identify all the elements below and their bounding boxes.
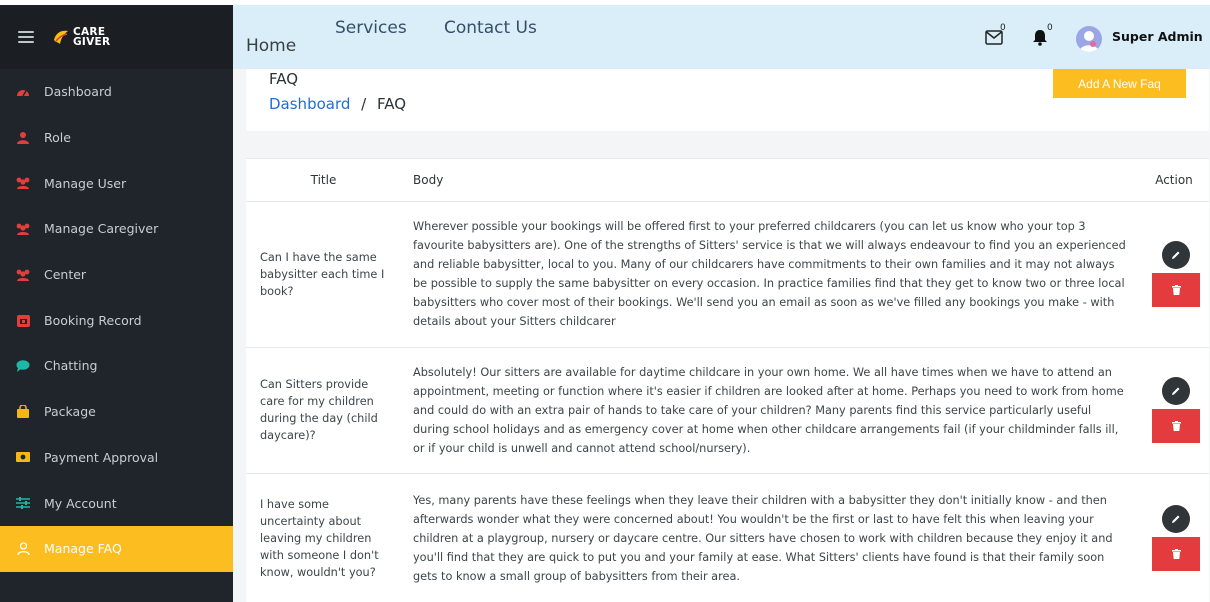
edit-button[interactable] bbox=[1162, 505, 1190, 533]
bell-icon bbox=[1033, 30, 1047, 46]
messages-count-badge: 0 bbox=[1000, 23, 1006, 33]
sidebar-item-label: Manage FAQ bbox=[44, 541, 122, 557]
users-icon bbox=[14, 176, 32, 190]
sidebar-item-manage-user[interactable]: Manage User bbox=[0, 160, 233, 206]
avatar[interactable] bbox=[1076, 26, 1102, 52]
sliders-icon bbox=[14, 496, 32, 510]
nav-link-contact[interactable]: Contact Us bbox=[444, 18, 537, 38]
pencil-icon bbox=[1172, 251, 1180, 259]
breadcrumb-separator: / bbox=[361, 95, 367, 113]
shopping-bag-icon bbox=[14, 405, 32, 419]
sidebar-item-center[interactable]: Center bbox=[0, 252, 233, 298]
users-icon bbox=[14, 268, 32, 282]
column-header-body: Body bbox=[401, 159, 1139, 202]
page-title: FAQ bbox=[269, 70, 299, 88]
sidebar-item-manage-caregiver[interactable]: Manage Caregiver bbox=[0, 206, 233, 252]
sidebar-item-label: Role bbox=[44, 130, 71, 146]
delete-button[interactable] bbox=[1152, 273, 1200, 307]
table-row: Can Sitters provide care for my children… bbox=[246, 347, 1209, 474]
edit-button[interactable] bbox=[1162, 377, 1190, 405]
logo[interactable]: CARE GIVER bbox=[52, 27, 110, 47]
sidebar-item-booking-record[interactable]: Booking Record bbox=[0, 297, 233, 343]
faq-action-cell bbox=[1139, 473, 1209, 602]
faq-body-cell: Wherever possible your bookings will be … bbox=[401, 201, 1139, 348]
column-header-action: Action bbox=[1139, 159, 1209, 202]
sidebar-item-my-account[interactable]: My Account bbox=[0, 480, 233, 526]
hamburger-menu-icon[interactable] bbox=[18, 31, 34, 43]
breadcrumb-current: FAQ bbox=[377, 95, 407, 113]
trash-icon bbox=[1171, 421, 1181, 431]
add-faq-button[interactable]: Add A New Faq bbox=[1053, 69, 1186, 98]
sidebar-item-label: Booking Record bbox=[44, 312, 142, 328]
sidebar-item-role[interactable]: Role bbox=[0, 115, 233, 161]
notifications-count-badge: 0 bbox=[1047, 23, 1053, 33]
user-name[interactable]: Super Admin bbox=[1112, 29, 1203, 44]
trash-icon bbox=[1171, 549, 1181, 559]
faq-action-cell bbox=[1139, 347, 1209, 474]
faq-title-cell: Can I have the same babysitter each time… bbox=[246, 201, 401, 348]
sidebar-item-manage-faq[interactable]: Manage FAQ bbox=[0, 525, 233, 572]
table-header-row: Title Body Action bbox=[246, 159, 1209, 202]
tachometer-icon bbox=[14, 85, 32, 99]
sidebar-item-label: Manage Caregiver bbox=[44, 221, 159, 237]
sidebar-item-label: Dashboard bbox=[44, 84, 112, 100]
breadcrumb-link-dashboard[interactable]: Dashboard bbox=[269, 95, 350, 113]
delete-button[interactable] bbox=[1152, 409, 1200, 443]
messages-button[interactable]: 0 bbox=[985, 23, 1007, 51]
sidebar-item-label: Center bbox=[44, 267, 87, 283]
delete-button[interactable] bbox=[1152, 537, 1200, 571]
faq-body-cell: Yes, many parents have these feelings wh… bbox=[401, 473, 1139, 602]
sidebar: CARE GIVER Dashboard Role Manage User Ma… bbox=[0, 5, 233, 602]
table-row: I have some uncertainty about leaving my… bbox=[246, 473, 1209, 602]
faq-action-cell bbox=[1139, 201, 1209, 348]
calendar-icon bbox=[14, 313, 32, 327]
sidebar-item-label: My Account bbox=[44, 495, 117, 511]
nav-link-services[interactable]: Services bbox=[335, 18, 407, 38]
faq-body-cell: Absolutely! Our sitters are available fo… bbox=[401, 347, 1139, 474]
faq-title-cell: I have some uncertainty about leaving my… bbox=[246, 473, 401, 602]
user-avatar-icon bbox=[1079, 31, 1099, 52]
faq-title-cell: Can Sitters provide care for my children… bbox=[246, 347, 401, 474]
sidebar-item-package[interactable]: Package bbox=[0, 389, 233, 435]
sidebar-item-chatting[interactable]: Chatting bbox=[0, 343, 233, 389]
user-icon bbox=[14, 131, 32, 145]
pencil-icon bbox=[1172, 515, 1180, 523]
sidebar-header: CARE GIVER bbox=[0, 5, 233, 69]
column-header-title: Title bbox=[246, 159, 401, 202]
money-icon bbox=[14, 450, 32, 464]
trash-icon bbox=[1171, 285, 1181, 295]
pencil-icon bbox=[1172, 387, 1180, 395]
notifications-button[interactable]: 0 bbox=[1032, 23, 1054, 51]
nav-link-home[interactable]: Home bbox=[246, 36, 296, 56]
sidebar-item-label: Package bbox=[44, 404, 96, 420]
table-row: Can I have the same babysitter each time… bbox=[246, 201, 1209, 348]
logo-leaf-icon bbox=[54, 30, 68, 44]
sidebar-item-label: Payment Approval bbox=[44, 449, 159, 465]
page-header-card: FAQ Dashboard / FAQ Add A New Faq bbox=[246, 69, 1209, 131]
sidebar-item-label: Manage User bbox=[44, 175, 127, 191]
sidebar-menu: Dashboard Role Manage User Manage Caregi… bbox=[0, 69, 233, 572]
faq-table-card: Title Body Action Can I have the same ba… bbox=[246, 158, 1209, 602]
edit-button[interactable] bbox=[1162, 241, 1190, 269]
sidebar-item-label: Chatting bbox=[44, 358, 98, 374]
breadcrumb: Dashboard / FAQ bbox=[269, 95, 406, 113]
chat-bubble-icon bbox=[14, 359, 32, 373]
users-icon bbox=[14, 222, 32, 236]
sidebar-item-payment-approval[interactable]: Payment Approval bbox=[0, 435, 233, 481]
sidebar-item-dashboard[interactable]: Dashboard bbox=[0, 69, 233, 115]
person-outline-icon bbox=[14, 542, 32, 556]
logo-text-bottom: GIVER bbox=[73, 36, 111, 48]
faq-table: Title Body Action Can I have the same ba… bbox=[246, 159, 1209, 602]
top-navbar: Home Services Contact Us 0 0 Super Admin bbox=[233, 5, 1210, 69]
